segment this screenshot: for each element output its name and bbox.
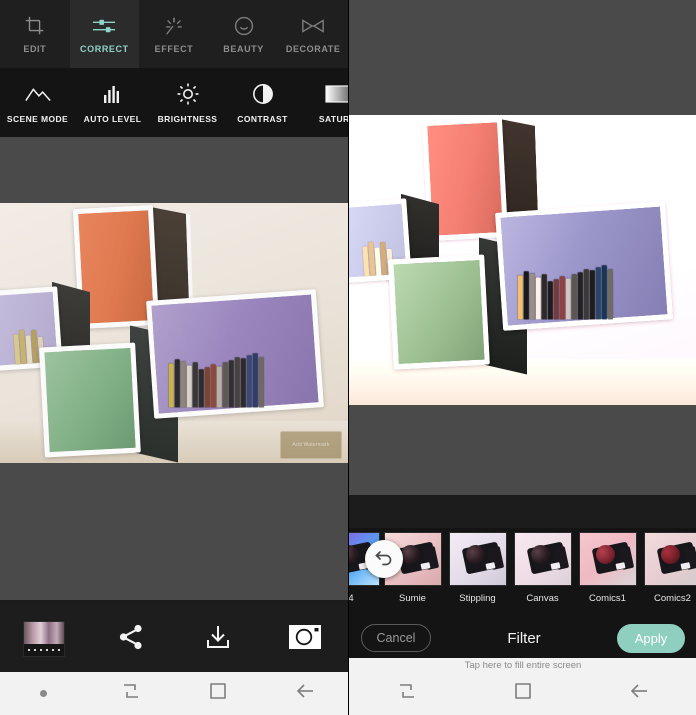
tab-effect[interactable]: EFFECT: [139, 0, 209, 68]
dual-screenshot-composite: EDIT CORRECT EFFECT BEAUTY DECORATE SCEN…: [0, 0, 696, 715]
nav-recents[interactable]: [87, 681, 174, 706]
adjust-scene-mode[interactable]: SCENE MODE: [0, 68, 75, 137]
filter-thumbnail-strip[interactable]: 4 Sumie: [349, 528, 696, 618]
home-square-icon: [208, 681, 228, 706]
photo-scene: Add Watermark: [0, 203, 348, 463]
histogram-icon: [102, 82, 124, 106]
save-button[interactable]: [174, 623, 261, 656]
right-panel-filter: 4 Sumie: [348, 0, 696, 715]
camera-icon: [288, 624, 322, 655]
fill-screen-hint: Tap here to fill entire screen: [464, 659, 582, 671]
download-icon: [204, 623, 232, 656]
home-square-icon: [513, 681, 533, 706]
photo-canvas[interactable]: Add Watermark: [0, 137, 348, 600]
apply-button[interactable]: Apply: [617, 623, 685, 653]
watermark-badge: Add Watermark: [280, 431, 342, 459]
category-tab-bar: EDIT CORRECT EFFECT BEAUTY DECORATE: [0, 0, 348, 68]
cancel-button[interactable]: Cancel: [361, 624, 431, 652]
undo-arrow-icon: [374, 548, 394, 571]
adjust-label: CONTRAST: [237, 113, 288, 124]
photo-scene-filtered: [349, 115, 696, 405]
filter-item[interactable]: Stippling: [445, 528, 510, 604]
tab-label: EDIT: [23, 44, 47, 54]
back-arrow-icon: [294, 682, 316, 705]
contrast-icon: [252, 82, 274, 106]
adjust-auto-level[interactable]: AUTO LEVEL: [75, 68, 150, 137]
filter-item[interactable]: Comics1: [575, 528, 640, 604]
edited-photo[interactable]: Add Watermark: [0, 203, 348, 463]
camera-button[interactable]: [261, 624, 348, 655]
tab-decorate[interactable]: DECORATE: [278, 0, 348, 68]
tab-label: BEAUTY: [223, 44, 264, 54]
adjust-label: BRIGHTNESS: [157, 113, 218, 124]
bottom-action-bar: [0, 606, 348, 672]
filmstrip-thumbnail-icon: [22, 621, 65, 657]
apply-label: Apply: [634, 630, 668, 646]
filter-undo-button[interactable]: [365, 540, 403, 578]
purple-shelf: [146, 289, 324, 419]
book-group: [517, 265, 613, 320]
recents-icon: [120, 681, 142, 706]
tab-correct[interactable]: CORRECT: [69, 0, 140, 68]
android-navigation-bar: [349, 672, 696, 715]
filter-label: Canvas: [526, 593, 559, 604]
share-icon: [117, 623, 145, 656]
filter-item[interactable]: Canvas: [510, 528, 575, 604]
filter-panel-title: Filter: [507, 629, 541, 647]
nav-back[interactable]: [581, 682, 696, 705]
filter-thumbnail: [578, 532, 637, 586]
nav-recents[interactable]: [349, 681, 465, 706]
filter-label: Stippling: [459, 593, 496, 604]
adjust-label: SATURA: [318, 113, 348, 124]
nav-home[interactable]: [465, 681, 581, 706]
recents-icon: [396, 681, 418, 706]
filter-label: 4: [349, 593, 354, 604]
android-navigation-bar: [0, 672, 348, 715]
adjust-label: SCENE MODE: [6, 113, 69, 124]
share-button[interactable]: [87, 623, 174, 656]
tab-label: EFFECT: [154, 44, 194, 54]
nav-back[interactable]: [261, 682, 348, 705]
filter-label: Sumie: [399, 593, 426, 604]
filtered-photo[interactable]: [349, 115, 696, 405]
tab-label: DECORATE: [285, 44, 341, 54]
sun-icon: [176, 82, 200, 106]
nav-dot[interactable]: [0, 690, 87, 697]
filter-label: Comics2: [654, 593, 691, 604]
purple-shelf: [495, 201, 673, 331]
green-shelf: [388, 254, 490, 370]
gallery-thumbnail-button[interactable]: [0, 621, 87, 657]
left-panel-editor: EDIT CORRECT EFFECT BEAUTY DECORATE SCEN…: [0, 0, 348, 715]
adjust-brightness[interactable]: BRIGHTNESS: [150, 68, 225, 137]
tab-beauty[interactable]: BEAUTY: [209, 0, 279, 68]
adjust-saturation[interactable]: SATURA: [300, 68, 348, 137]
photo-canvas-filtered[interactable]: [349, 0, 696, 495]
filter-action-bar: Cancel Filter Apply: [349, 618, 696, 658]
fill-screen-hint-bar[interactable]: Tap here to fill entire screen: [349, 658, 696, 672]
bowtie-icon: [300, 14, 326, 38]
sparkle-icon: [161, 14, 187, 38]
dot-icon: [40, 690, 47, 697]
mountain-icon: [24, 82, 52, 106]
adjustment-tool-bar[interactable]: SCENE MODE AUTO LEVEL BRIGHTNESS CONTRAS…: [0, 68, 348, 137]
cancel-label: Cancel: [376, 631, 416, 645]
back-arrow-icon: [628, 682, 650, 705]
crop-icon: [22, 14, 48, 38]
filter-thumbnail: [448, 532, 507, 586]
filter-label: Comics1: [589, 593, 626, 604]
smiley-icon: [231, 14, 257, 38]
book-group: [168, 353, 264, 408]
tab-edit[interactable]: EDIT: [0, 0, 70, 68]
gradient-square-icon: [324, 82, 348, 106]
nav-home[interactable]: [174, 681, 261, 706]
filter-thumbnail: [513, 532, 572, 586]
adjust-label: AUTO LEVEL: [83, 113, 142, 124]
tab-label: CORRECT: [80, 44, 129, 54]
sliders-icon: [91, 14, 117, 38]
green-shelf: [39, 342, 141, 458]
watermark-text: Add Watermark: [292, 442, 330, 448]
filter-thumbnail: [643, 532, 696, 586]
filter-item[interactable]: Comics2: [640, 528, 696, 604]
adjust-contrast[interactable]: CONTRAST: [225, 68, 300, 137]
